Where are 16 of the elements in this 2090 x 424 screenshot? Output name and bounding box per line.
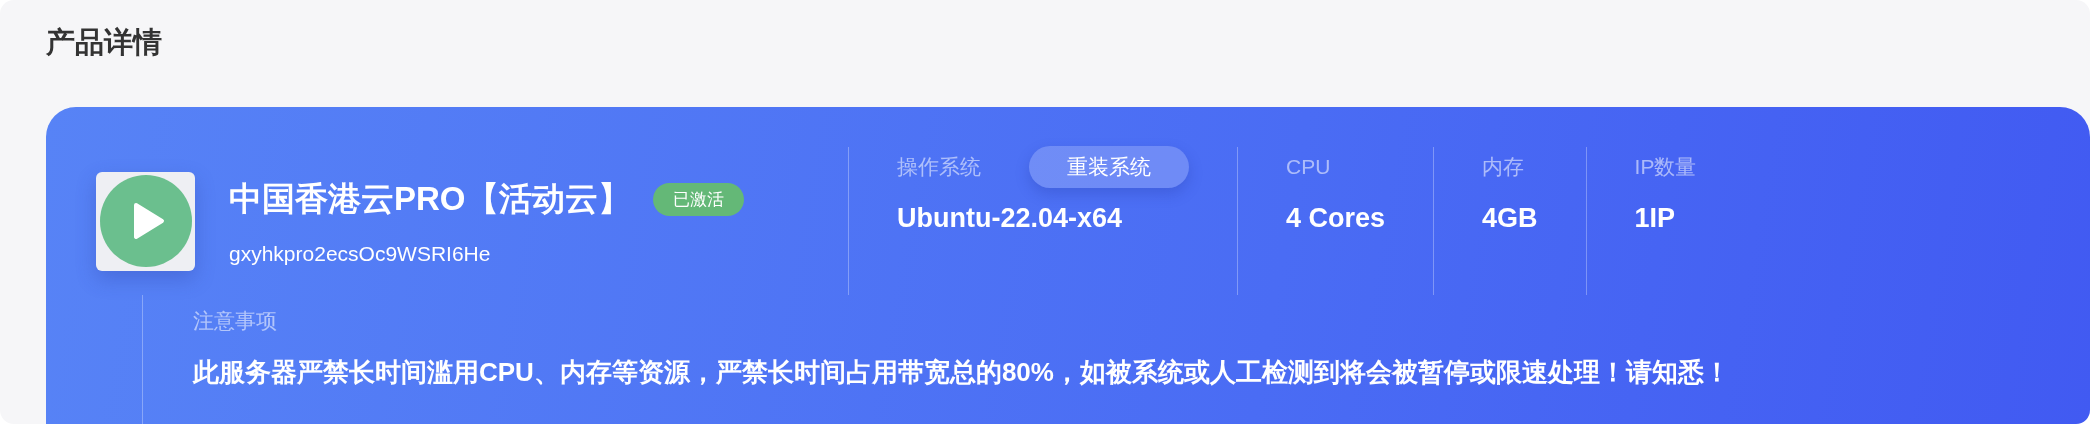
spec-value: 4GB bbox=[1482, 203, 1538, 234]
status-badge: 已激活 bbox=[652, 182, 744, 216]
spec-label: CPU bbox=[1286, 155, 1331, 179]
page-title: 产品详情 bbox=[46, 25, 163, 60]
notice-text: 此服务器严禁长时间滥用CPU、内存等资源，严禁长时间占用带宽总的80%，如被系统或人工检测到将会被暂停或限速处理！请知悉！ bbox=[193, 356, 1731, 389]
product-name: 中国香港云PRO【活动云】 bbox=[229, 178, 631, 219]
spec-label: 操作系统 bbox=[897, 154, 981, 180]
spec-value: 4 Cores bbox=[1286, 203, 1386, 234]
reinstall-button[interactable]: 重装系统 bbox=[1029, 146, 1189, 188]
spec-label: IP数量 bbox=[1634, 154, 1697, 180]
notice-label: 注意事项 bbox=[193, 308, 278, 334]
product-id: gxyhkpro2ecsOc9WSRI6He bbox=[229, 241, 492, 266]
spec-value: 1IP bbox=[1634, 203, 1677, 234]
play-icon bbox=[96, 171, 195, 271]
spec-value: Ubuntu-22.04-x64 bbox=[897, 203, 1124, 234]
spec-label: 内存 bbox=[1482, 154, 1525, 180]
